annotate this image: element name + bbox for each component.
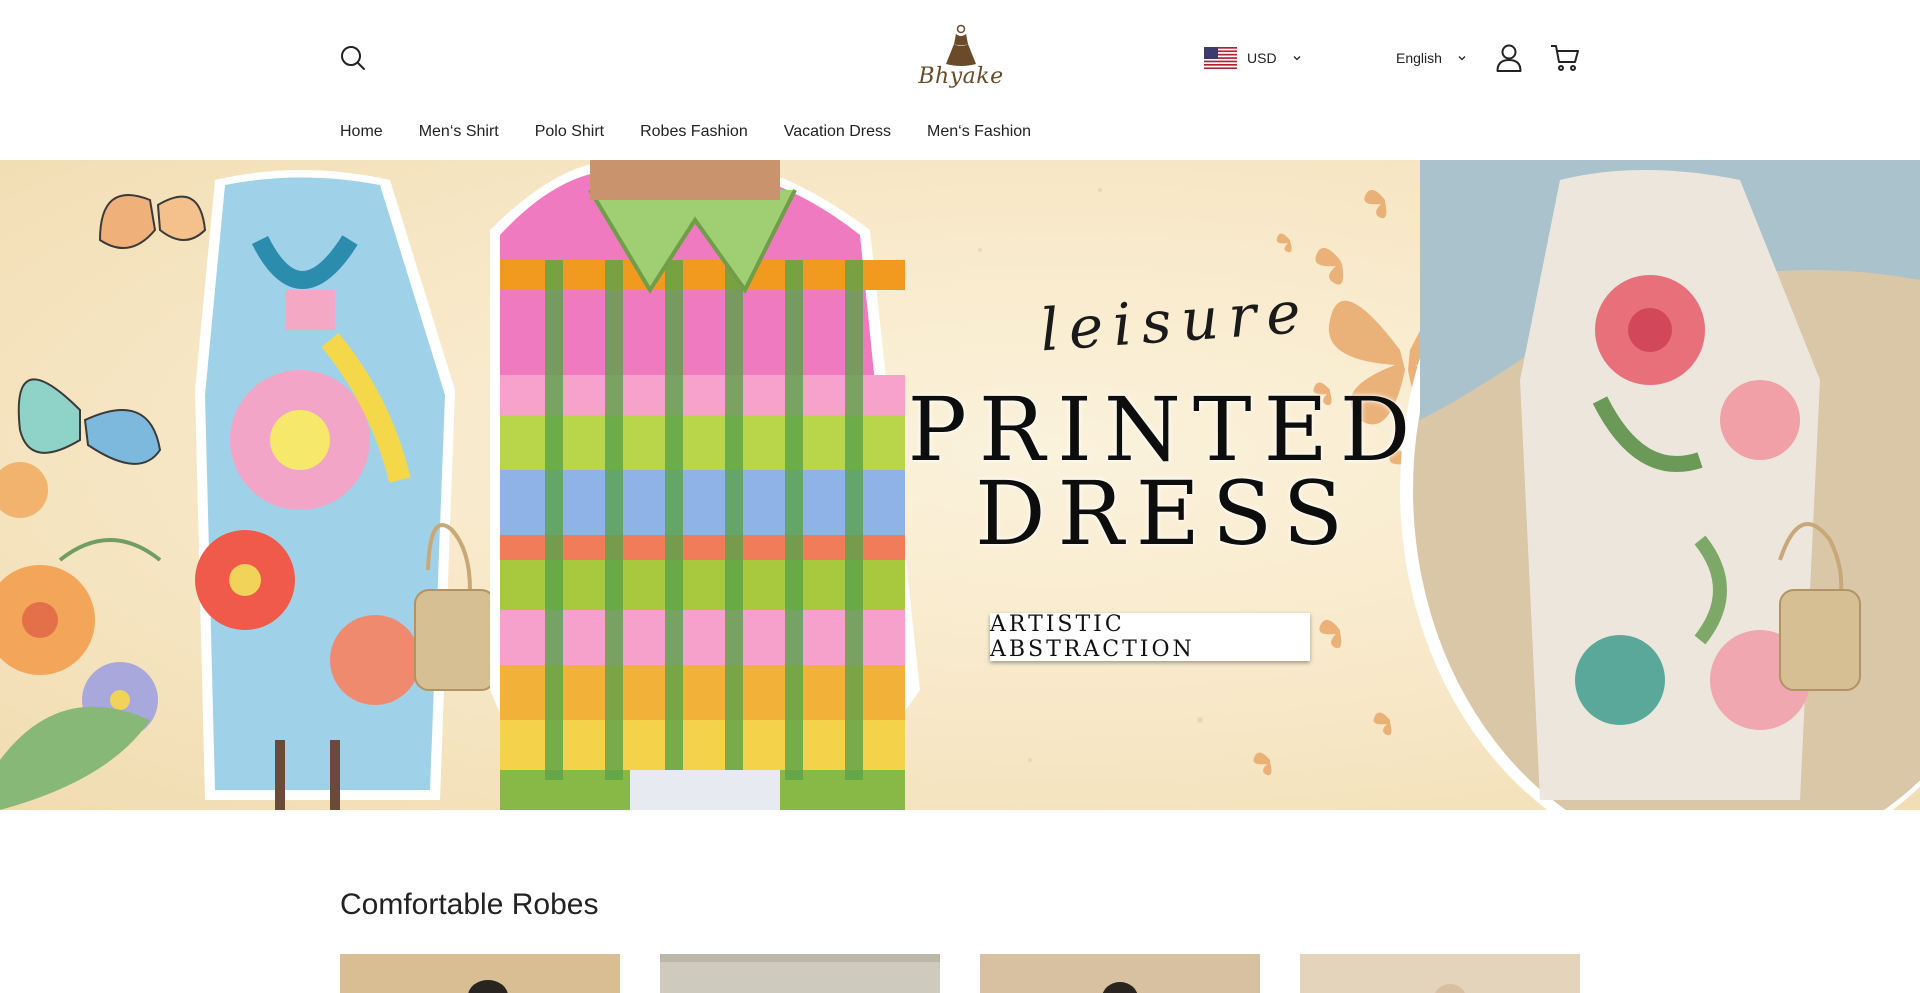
nav-item-robes-fashion[interactable]: Robes Fashion bbox=[640, 120, 748, 144]
user-icon bbox=[1496, 44, 1522, 72]
striped-shirt-image bbox=[490, 160, 920, 810]
hero-title: PRINTED DRESS bbox=[900, 378, 1430, 565]
hero-banner[interactable]: leisure PRINTED DRESS ARTISTIC ABSTRACTI… bbox=[0, 160, 1920, 810]
account-button[interactable] bbox=[1494, 43, 1524, 73]
nav-item-vacation-dress[interactable]: Vacation Dress bbox=[784, 120, 891, 144]
nav-item-polo-shirt[interactable]: Polo Shirt bbox=[535, 120, 604, 144]
beach-dress-image bbox=[1400, 160, 1920, 810]
us-flag-icon bbox=[1204, 47, 1237, 69]
hero-badge[interactable]: ARTISTIC ABSTRACTION bbox=[990, 612, 1310, 662]
cart-icon bbox=[1551, 45, 1579, 71]
language-label: English bbox=[1396, 50, 1442, 66]
site-header: Bhyake USD English Home Men‘s Shirt Polo… bbox=[0, 0, 1920, 160]
chevron-down-icon bbox=[1458, 56, 1466, 61]
dress-logo-icon bbox=[946, 24, 976, 66]
butterfly-icon bbox=[17, 194, 207, 465]
cart-button[interactable] bbox=[1549, 43, 1581, 73]
product-grid bbox=[340, 954, 1580, 993]
currency-selector[interactable]: USD bbox=[1204, 44, 1303, 72]
search-button[interactable] bbox=[339, 44, 367, 72]
currency-label: USD bbox=[1247, 50, 1277, 66]
language-selector[interactable]: English bbox=[1396, 44, 1468, 72]
search-icon bbox=[341, 46, 365, 70]
chevron-down-icon bbox=[1293, 56, 1301, 61]
nav-item-mens-fashion[interactable]: Men‘s Fashion bbox=[927, 120, 1031, 144]
logo-text: Bhyake bbox=[918, 64, 1004, 89]
product-card[interactable] bbox=[340, 954, 620, 993]
floral-dress-image bbox=[195, 170, 496, 810]
hero-title-line-2: DRESS bbox=[974, 462, 1356, 565]
flowers-decoration bbox=[0, 462, 162, 810]
hero-title-line-1: PRINTED bbox=[907, 378, 1423, 481]
product-image bbox=[980, 954, 1260, 993]
main-nav: Home Men‘s Shirt Polo Shirt Robes Fashio… bbox=[340, 120, 1067, 144]
product-image bbox=[1300, 954, 1580, 993]
product-card[interactable] bbox=[980, 954, 1260, 993]
nav-item-home[interactable]: Home bbox=[340, 120, 383, 144]
nav-item-mens-shirt[interactable]: Men‘s Shirt bbox=[419, 120, 499, 144]
product-image bbox=[340, 954, 620, 993]
product-card[interactable] bbox=[1300, 954, 1580, 993]
section-title: Comfortable Robes bbox=[340, 888, 599, 921]
product-image bbox=[660, 954, 940, 993]
product-card[interactable] bbox=[660, 954, 940, 993]
site-logo[interactable]: Bhyake bbox=[918, 24, 1004, 90]
